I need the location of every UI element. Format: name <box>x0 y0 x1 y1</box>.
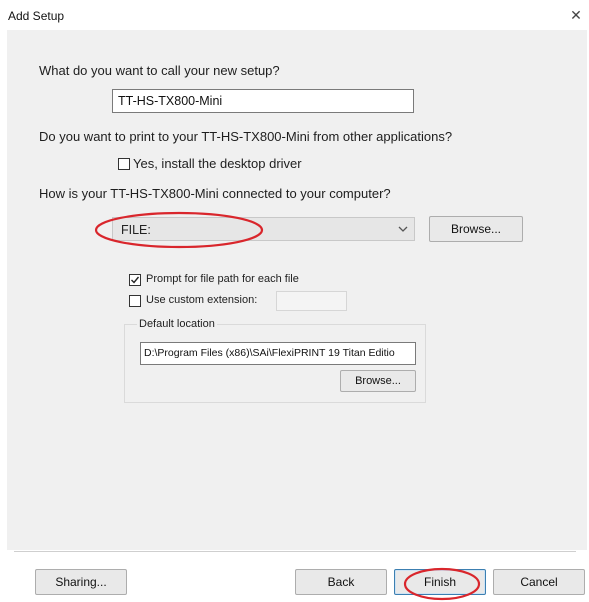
checkmark-icon <box>131 276 140 284</box>
title-bar: Add Setup ✕ <box>0 0 589 30</box>
port-select-value: FILE: <box>121 223 151 237</box>
install-driver-checkbox[interactable] <box>118 158 130 170</box>
connection-browse-button[interactable]: Browse... <box>429 216 523 242</box>
default-location-label: Default location <box>137 318 217 330</box>
window-title: Add Setup <box>8 9 65 23</box>
custom-extension-checkbox[interactable] <box>129 295 141 307</box>
close-icon[interactable]: ✕ <box>568 7 584 23</box>
finish-button[interactable]: Finish <box>394 569 486 595</box>
prompt-file-path-label: Prompt for file path for each file <box>146 273 299 285</box>
custom-extension-input[interactable] <box>276 291 347 311</box>
cancel-button[interactable]: Cancel <box>493 569 585 595</box>
custom-extension-label: Use custom extension: <box>146 294 258 306</box>
default-location-input[interactable]: D:\Program Files (x86)\SAi\FlexiPRINT 19… <box>140 342 416 365</box>
connection-question: How is your TT-HS-TX800-Mini connected t… <box>39 186 391 201</box>
sharing-button[interactable]: Sharing... <box>35 569 127 595</box>
setup-name-question: What do you want to call your new setup? <box>39 63 280 78</box>
port-select[interactable]: FILE: <box>112 217 415 241</box>
chevron-down-icon <box>398 226 408 232</box>
default-location-browse-button[interactable]: Browse... <box>340 370 416 392</box>
prompt-file-path-checkbox[interactable] <box>129 274 141 286</box>
install-driver-label: Yes, install the desktop driver <box>133 156 302 171</box>
back-button[interactable]: Back <box>295 569 387 595</box>
footer-separator <box>14 551 576 552</box>
setup-name-input[interactable]: TT-HS-TX800-Mini <box>112 89 414 113</box>
print-from-apps-question: Do you want to print to your TT-HS-TX800… <box>39 129 453 144</box>
